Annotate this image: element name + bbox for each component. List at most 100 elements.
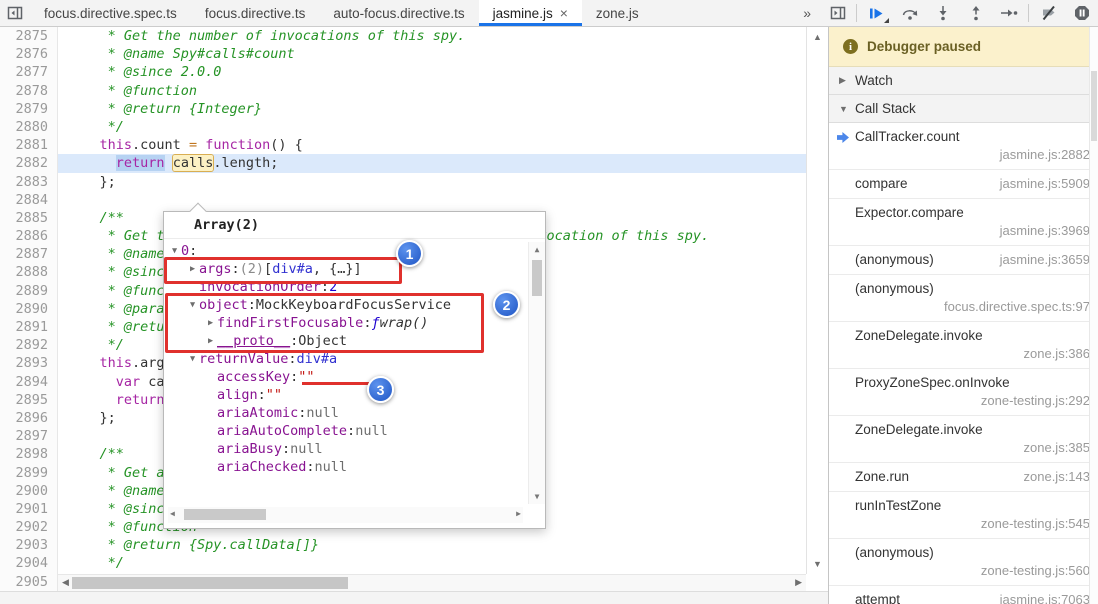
line-number[interactable]: 2876: [0, 45, 58, 64]
step-over-next-function-call-button[interactable]: [893, 0, 926, 26]
tab-zone.js[interactable]: zone.js: [582, 0, 653, 26]
debugger-sidebar-toggle-icon[interactable]: [823, 0, 853, 26]
line-number[interactable]: 2900: [0, 481, 58, 500]
property-row-args[interactable]: ▶ args: (2) [div#a, {…}]: [164, 260, 527, 278]
line-number[interactable]: 2894: [0, 372, 58, 391]
call-stack-frame[interactable]: ProxyZoneSpec.onInvoke zone-testing.js:29…: [829, 369, 1098, 416]
scroll-right-arrow-icon[interactable]: ▶: [516, 509, 521, 518]
line-number[interactable]: 2905: [0, 572, 58, 591]
editor-horizontal-scrollbar[interactable]: ◀ ▶: [58, 574, 806, 591]
editor-vertical-scrollbar[interactable]: ▲ ▼: [806, 27, 828, 574]
property-row-findFirstFocusable[interactable]: ▶ findFirstFocusable: ƒ wrap(): [164, 314, 527, 332]
property-row-ariaAtomic[interactable]: ariaAtomic: null: [164, 404, 527, 422]
line-number[interactable]: 2896: [0, 408, 58, 428]
line-number[interactable]: 2887: [0, 245, 58, 264]
line-number[interactable]: 2891: [0, 318, 58, 337]
chevron-down-icon[interactable]: ▼: [839, 104, 855, 114]
call-stack-frame[interactable]: compare jasmine.js:5909: [829, 170, 1098, 199]
scroll-up-arrow-icon[interactable]: ▲: [807, 32, 828, 42]
property-row-ariaChecked[interactable]: ariaChecked: null: [164, 458, 527, 476]
line-number[interactable]: 2899: [0, 463, 58, 482]
line-number[interactable]: 2877: [0, 63, 58, 82]
expand-down-icon[interactable]: ▼: [186, 350, 199, 368]
expand-right-icon[interactable]: ▶: [204, 332, 217, 350]
line-number[interactable]: 2875: [0, 27, 58, 46]
scroll-down-arrow-icon[interactable]: ▼: [529, 492, 545, 501]
line-number[interactable]: 2883: [0, 172, 58, 191]
scroll-up-arrow-icon[interactable]: ▲: [529, 245, 545, 254]
call-stack-frame[interactable]: CallTracker.count jasmine.js:2882: [829, 123, 1098, 170]
expand-right-icon[interactable]: ▶: [204, 314, 217, 332]
tab-auto-focus.directive.ts[interactable]: auto-focus.directive.ts: [319, 0, 478, 26]
line-number[interactable]: 2902: [0, 518, 58, 537]
horizontal-scroll-thumb[interactable]: [72, 577, 348, 589]
line-number[interactable]: 2880: [0, 117, 58, 137]
line-number[interactable]: 2882: [0, 154, 58, 173]
deactivate-breakpoints-button[interactable]: [1032, 0, 1065, 26]
line-number[interactable]: 2903: [0, 536, 58, 555]
line-number[interactable]: 2878: [0, 81, 58, 100]
line-number[interactable]: 2888: [0, 263, 58, 282]
line-number[interactable]: 2884: [0, 190, 58, 209]
expand-down-icon[interactable]: ▼: [186, 296, 199, 314]
line-number[interactable]: 2879: [0, 99, 58, 118]
watch-section-header[interactable]: ▶ Watch: [829, 67, 1098, 95]
call-stack-frame[interactable]: (anonymous) focus.directive.spec.ts:97: [829, 275, 1098, 322]
line-number[interactable]: 2886: [0, 227, 58, 246]
line-number[interactable]: 2889: [0, 281, 58, 300]
scroll-right-arrow-icon[interactable]: ▶: [795, 577, 802, 588]
line-number[interactable]: 2895: [0, 390, 58, 409]
line-number[interactable]: 2904: [0, 554, 58, 573]
chevron-right-icon[interactable]: ▶: [839, 75, 855, 86]
line-number[interactable]: 2898: [0, 445, 58, 464]
tab-focus.directive.spec.ts[interactable]: focus.directive.spec.ts: [30, 0, 191, 26]
tab-focus.directive.ts[interactable]: focus.directive.ts: [191, 0, 320, 26]
property-row-ariaAutoComplete[interactable]: ariaAutoComplete: null: [164, 422, 527, 440]
pause-on-exceptions-button[interactable]: [1065, 0, 1098, 26]
expand-right-icon[interactable]: ▶: [186, 260, 199, 278]
call-stack-frame[interactable]: (anonymous) jasmine.js:3659: [829, 246, 1098, 275]
line-number[interactable]: 2890: [0, 299, 58, 318]
close-tab-icon[interactable]: ×: [560, 6, 568, 20]
step-button[interactable]: [992, 0, 1025, 26]
navigator-sidebar-toggle-icon[interactable]: [0, 0, 30, 26]
property-row-object[interactable]: ▼ object: MockKeyboardFocusService: [164, 296, 527, 314]
call-stack-frame[interactable]: ZoneDelegate.invoke zone.js:385: [829, 416, 1098, 463]
scroll-down-arrow-icon[interactable]: ▼: [807, 559, 828, 569]
call-stack-frame[interactable]: ZoneDelegate.invoke zone.js:386: [829, 322, 1098, 369]
expand-down-icon[interactable]: ▼: [168, 242, 181, 260]
call-stack-frame[interactable]: runInTestZone zone-testing.js:545: [829, 492, 1098, 539]
property-row-__proto__[interactable]: ▶ __proto__: Object: [164, 332, 527, 350]
horizontal-scroll-thumb[interactable]: [184, 509, 266, 520]
property-row-accessKey[interactable]: accessKey: "": [164, 368, 527, 386]
call-stack-frame[interactable]: Zone.run zone.js:143: [829, 463, 1098, 492]
vertical-scroll-thumb[interactable]: [1091, 71, 1097, 141]
scroll-left-arrow-icon[interactable]: ◀: [170, 509, 175, 518]
call-stack-frame[interactable]: Expector.compare jasmine.js:3969: [829, 199, 1098, 246]
tab-jasmine.js[interactable]: jasmine.js ×: [478, 0, 582, 26]
call-stack-section-header[interactable]: ▼ Call Stack: [829, 95, 1098, 123]
line-number[interactable]: 2881: [0, 136, 58, 155]
evaluated-token[interactable]: calls: [172, 155, 214, 172]
line-number[interactable]: 2885: [0, 208, 58, 228]
line-number[interactable]: 2893: [0, 354, 58, 373]
property-row-returnValue[interactable]: ▼ returnValue: div#a: [164, 350, 527, 368]
tab-overflow-button[interactable]: »: [791, 0, 823, 26]
call-stack-frame[interactable]: (anonymous) zone-testing.js:560: [829, 539, 1098, 586]
sidebar-scrollbar[interactable]: [1089, 27, 1098, 604]
popover-horizontal-scrollbar[interactable]: ◀ ▶: [168, 507, 523, 523]
scroll-left-arrow-icon[interactable]: ◀: [62, 577, 69, 588]
vertical-scroll-thumb[interactable]: [532, 260, 542, 296]
step-into-next-function-call-button[interactable]: [926, 0, 959, 26]
line-number[interactable]: 2897: [0, 427, 58, 446]
property-row-align[interactable]: align: "": [164, 386, 527, 404]
line-number[interactable]: 2901: [0, 499, 58, 519]
property-row-ariaBusy[interactable]: ariaBusy: null: [164, 440, 527, 458]
line-number[interactable]: 2892: [0, 336, 58, 355]
property-row-0[interactable]: ▼ 0:: [164, 242, 527, 260]
property-row-invocationOrder[interactable]: invocationOrder: 2: [164, 278, 527, 296]
step-out-of-current-function-button[interactable]: [959, 0, 992, 26]
resume-script-execution-button[interactable]: [860, 0, 893, 26]
popover-vertical-scrollbar[interactable]: ▲ ▼: [528, 242, 545, 504]
call-stack-frame[interactable]: attempt jasmine.js:7063: [829, 586, 1098, 604]
